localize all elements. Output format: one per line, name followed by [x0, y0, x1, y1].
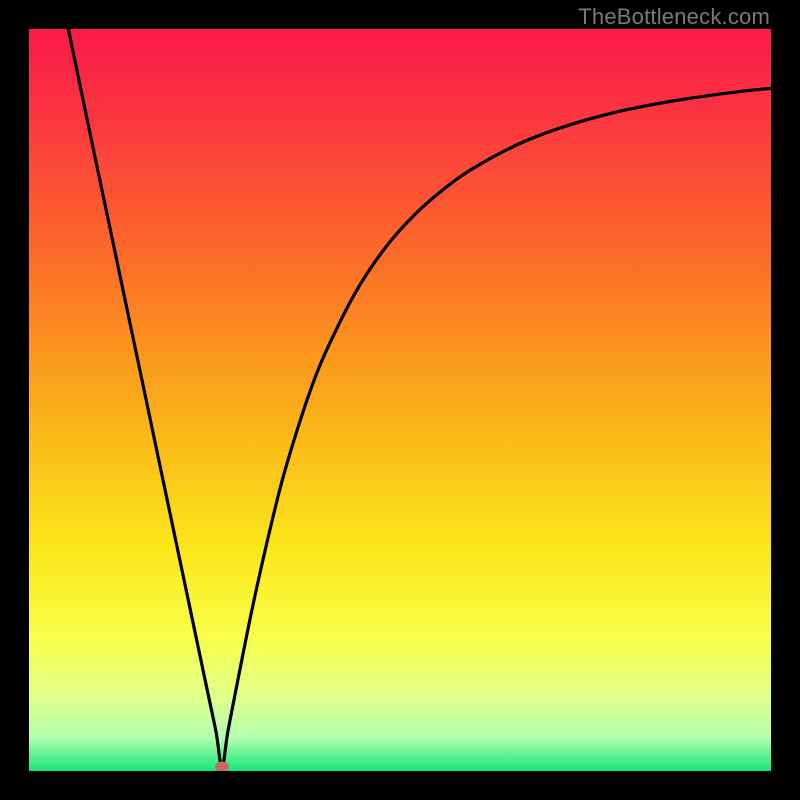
- chart-background-gradient: [29, 29, 771, 771]
- chart-frame: [29, 29, 771, 771]
- bottleneck-chart: [29, 29, 771, 771]
- watermark-label: TheBottleneck.com: [578, 4, 770, 30]
